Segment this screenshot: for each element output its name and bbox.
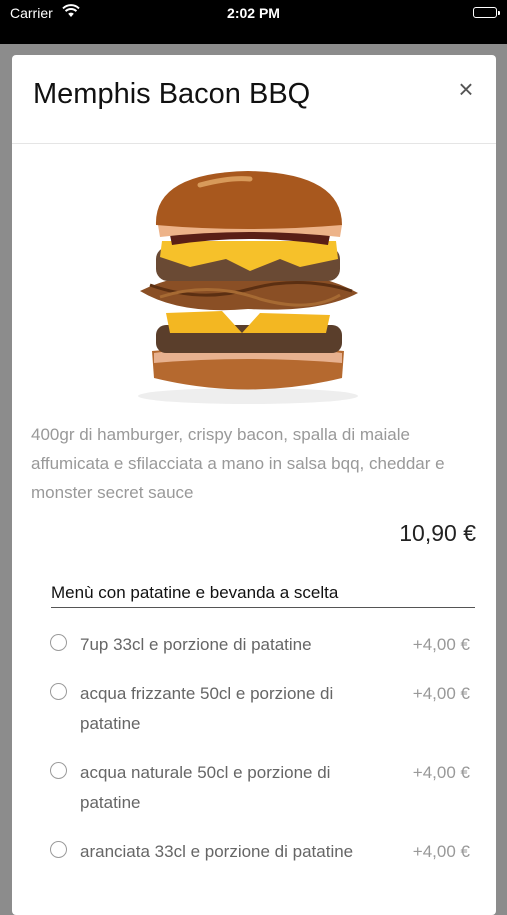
modal-header: Memphis Bacon BBQ ×	[12, 55, 496, 144]
option-item[interactable]: aranciata 33cl e porzione di patatine +4…	[50, 837, 470, 867]
option-item[interactable]: acqua naturale 50cl e porzione di patati…	[50, 758, 470, 818]
option-label: 7up 33cl e porzione di patatine	[80, 635, 312, 654]
product-description: 400gr di hamburger, crispy bacon, spalla…	[31, 425, 445, 502]
option-group-title: Menù con patatine e bevanda a scelta	[51, 583, 475, 608]
radio-button[interactable]	[50, 683, 67, 700]
option-label: acqua frizzante 50cl e porzione di patat…	[80, 684, 334, 733]
radio-button[interactable]	[50, 841, 67, 858]
option-price: +4,00 €	[412, 842, 470, 861]
option-price: +4,00 €	[412, 763, 470, 782]
option-price: +4,00 €	[412, 684, 470, 703]
option-list: 7up 33cl e porzione di patatine +4,00 € …	[50, 630, 470, 886]
radio-button[interactable]	[50, 634, 67, 651]
product-title: Memphis Bacon BBQ	[33, 78, 311, 110]
battery-icon	[473, 7, 500, 18]
close-button[interactable]: ×	[454, 76, 478, 102]
option-price: +4,00 €	[412, 635, 470, 654]
product-modal: Memphis Bacon BBQ × 400gr di hamburger, …	[12, 55, 496, 915]
product-price: 10,90 €	[399, 520, 476, 546]
radio-button[interactable]	[50, 762, 67, 779]
option-item[interactable]: 7up 33cl e porzione di patatine +4,00 €	[50, 630, 470, 660]
option-item[interactable]: acqua frizzante 50cl e porzione di patat…	[50, 679, 470, 739]
burger-image	[138, 171, 358, 404]
option-label: aranciata 33cl e porzione di patatine	[80, 842, 354, 861]
option-label: acqua naturale 50cl e porzione di patati…	[80, 763, 331, 812]
status-bar: Carrier 2:02 PM	[0, 0, 507, 44]
clock: 2:02 PM	[227, 5, 280, 21]
